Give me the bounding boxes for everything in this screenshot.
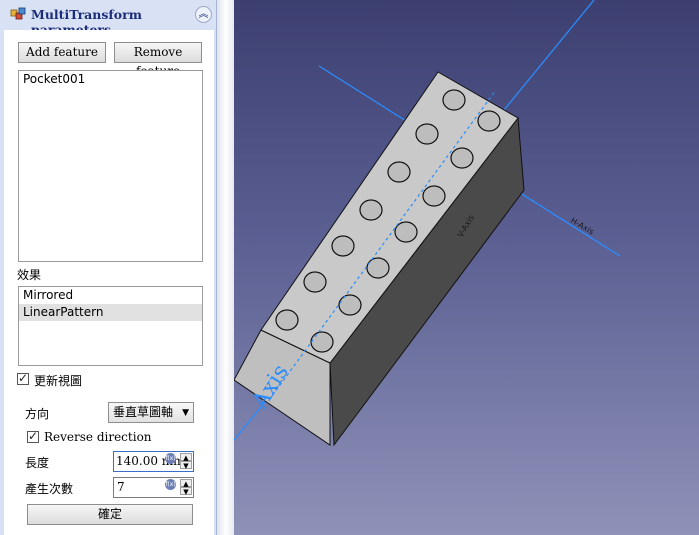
length-label: 長度 bbox=[25, 456, 50, 470]
transformation-list[interactable]: Mirrored LinearPattern bbox=[18, 286, 203, 366]
direction-select[interactable]: 垂直草圖軸 ▼ bbox=[108, 402, 194, 423]
direction-value: 垂直草圖軸 bbox=[113, 405, 174, 419]
update-view-label: 更新視圖 bbox=[34, 374, 83, 388]
update-view-checkbox[interactable] bbox=[17, 371, 29, 385]
reverse-direction-label: Reverse direction bbox=[44, 430, 152, 444]
add-feature-button[interactable]: Add feature bbox=[18, 42, 106, 63]
remove-feature-button[interactable]: Remove feature bbox=[114, 42, 202, 78]
3d-viewport[interactable]: Axis V-Axis H-Axis bbox=[234, 0, 699, 535]
expression-icon[interactable]: f(x) bbox=[165, 479, 176, 490]
length-field[interactable]: 140.00 mm ▲ ▼ bbox=[113, 451, 194, 472]
task-panel: MultiTransform parameters ︽ Add feature … bbox=[0, 0, 217, 535]
spin-buttons[interactable]: ▲ ▼ bbox=[180, 479, 192, 496]
reverse-direction-checkbox[interactable] bbox=[27, 429, 39, 443]
ok-button[interactable]: 確定 bbox=[27, 504, 193, 525]
effects-label: 效果 bbox=[17, 268, 42, 282]
occurrences-value: 7 bbox=[117, 480, 125, 494]
multitransform-icon bbox=[10, 7, 26, 20]
collapse-up-icon[interactable]: ︽ bbox=[195, 6, 212, 23]
panel-splitter[interactable] bbox=[217, 0, 234, 535]
occurrences-label: 產生次數 bbox=[25, 482, 74, 496]
feature-list[interactable]: Pocket001 bbox=[18, 70, 203, 262]
3d-scene: Axis V-Axis H-Axis bbox=[234, 0, 621, 447]
spin-buttons[interactable]: ▲ ▼ bbox=[180, 453, 192, 470]
list-item[interactable]: LinearPattern bbox=[19, 304, 202, 321]
list-item[interactable]: Pocket001 bbox=[19, 71, 202, 88]
panel-titlebar: MultiTransform parameters ︽ bbox=[4, 4, 214, 37]
panel-body: Add feature Remove feature Pocket001 效果 … bbox=[4, 30, 214, 535]
occurrences-field[interactable]: 7 ▲ ▼ bbox=[113, 477, 194, 498]
direction-label: 方向 bbox=[25, 407, 50, 421]
chevron-down-icon: ▼ bbox=[182, 408, 189, 418]
list-item[interactable]: Mirrored bbox=[19, 287, 202, 304]
expression-icon[interactable]: f(x) bbox=[165, 453, 176, 464]
